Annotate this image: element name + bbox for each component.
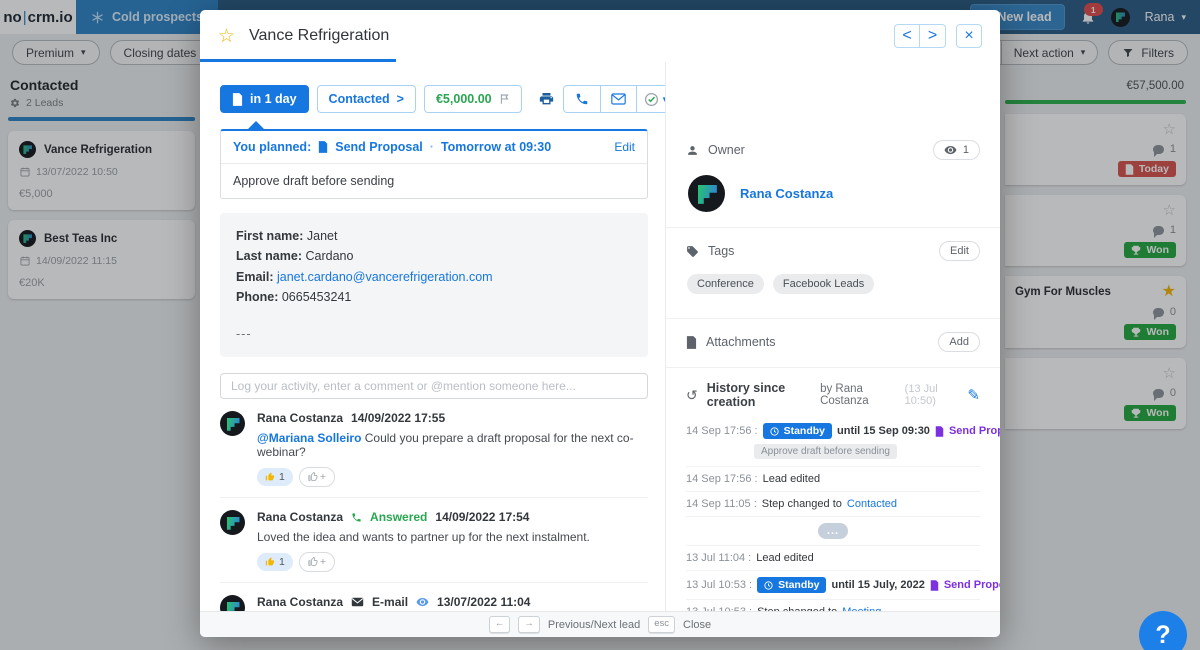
planned-note: Approve draft before sending <box>233 174 395 188</box>
comment: Rana Costanza Answered 14/09/2022 17:54 … <box>220 498 648 584</box>
standby-badge: Standby <box>757 577 827 593</box>
planned-action-panel: You planned: Send Proposal · Tomorrow at… <box>220 121 648 199</box>
history-list: 14 Sep 17:56 Standby until 15 Sep 09:30 … <box>686 417 1000 611</box>
reminder-button[interactable]: in 1 day <box>220 85 309 113</box>
left-arrow-key: ← <box>488 616 511 633</box>
esc-key: esc <box>648 616 675 633</box>
history-icon: ↺ <box>686 386 698 403</box>
history-entry: 13 Jul 10:53 Standby until 15 July, 2022… <box>686 571 1000 600</box>
close-icon[interactable]: × <box>956 24 982 48</box>
close-hint: Close <box>683 618 712 631</box>
planned-action[interactable]: Send Proposal <box>335 140 423 154</box>
comment-author: Rana Costanza <box>257 411 344 426</box>
tags-label: Tags <box>708 244 735 258</box>
comment-input[interactable] <box>220 373 648 400</box>
add-reaction-button[interactable]: + <box>298 552 335 573</box>
email-button[interactable] <box>599 86 636 112</box>
watchers-pill[interactable]: 1 <box>932 140 980 160</box>
star-icon[interactable]: ☆ <box>218 25 235 48</box>
comment-time: 14/09/2022 17:55 <box>351 411 446 426</box>
add-attachment-button[interactable]: Add <box>938 332 980 352</box>
avatar <box>220 595 245 611</box>
eye-icon <box>416 597 429 607</box>
channel-label: E-mail <box>372 595 409 610</box>
mark-done-dropdown[interactable]: ▾ <box>635 86 665 112</box>
show-more-history-button[interactable]: ... <box>817 523 849 539</box>
avatar <box>220 510 245 536</box>
tag-icon <box>686 245 699 258</box>
previous-lead-button[interactable]: < <box>894 24 920 48</box>
history-entry: 13 Jul 11:04Lead edited <box>686 546 980 571</box>
modal-main: in 1 day Contacted > €5,000.00 ▾ You pla… <box>200 62 665 611</box>
person-icon <box>686 144 699 157</box>
comment-time: 14/09/2022 17:54 <box>435 510 530 525</box>
avatar <box>688 175 725 212</box>
envelope-icon <box>351 597 364 607</box>
history-expand-row: ... <box>686 517 980 546</box>
phone-icon <box>351 512 362 523</box>
attachments-label: Attachments <box>706 335 776 349</box>
divider <box>666 367 1000 368</box>
tag-chip[interactable]: Conference <box>687 274 764 294</box>
history-action-link[interactable]: Send Proposal <box>930 579 1000 591</box>
next-lead-button[interactable]: > <box>920 24 946 48</box>
mention-link[interactable]: @Mariana Solleiro <box>257 431 361 445</box>
planned-label: You planned: <box>233 140 312 154</box>
divider <box>666 227 1000 228</box>
file-icon <box>318 141 328 153</box>
comment-time: 13/07/2022 11:04 <box>437 595 531 610</box>
comment: Rana Costanza 14/09/2022 17:55 @Mariana S… <box>220 399 648 499</box>
file-icon <box>232 92 243 106</box>
amount-button[interactable]: €5,000.00 <box>423 85 522 113</box>
edit-planned-link[interactable]: Edit <box>614 140 635 154</box>
edit-tags-button[interactable]: Edit <box>939 241 980 261</box>
email-link[interactable]: janet.cardano@vancerefrigeration.com <box>277 270 493 284</box>
comment-author: Rana Costanza <box>257 595 344 610</box>
comment: Rana Costanza E-mail 13/07/2022 11:04 In… <box>220 583 648 611</box>
lead-detail-modal: ☆ Vance Refrigeration < > × in 1 day Con… <box>200 10 1000 637</box>
print-button[interactable] <box>538 91 555 107</box>
owner-name-link[interactable]: Rana Costanza <box>740 186 833 201</box>
modal-header: ☆ Vance Refrigeration < > × <box>200 10 1000 62</box>
edit-history-icon[interactable]: ✎ <box>967 386 980 404</box>
planned-when[interactable]: Tomorrow at 09:30 <box>441 140 551 154</box>
flag-icon <box>499 93 510 105</box>
history-entry: 14 Sep 17:56Lead edited <box>686 467 980 492</box>
reaction-thumbsup[interactable]: 1 <box>257 468 293 487</box>
avatar <box>220 411 245 437</box>
modal-footer: ← → Previous/Next lead esc Close <box>200 611 1000 637</box>
attachment-file-icon <box>686 335 697 349</box>
chevron-right-icon: > <box>396 92 404 106</box>
comment-author: Rana Costanza <box>257 510 344 525</box>
history-action-link[interactable]: Send Proposal <box>935 425 1000 437</box>
owner-label: Owner <box>708 143 745 157</box>
step-button[interactable]: Contacted > <box>316 85 416 113</box>
history-note: Approve draft before sending <box>754 444 897 459</box>
history-entry: 14 Sep 11:05Step changed toContacted <box>686 492 980 517</box>
call-button[interactable] <box>564 86 600 112</box>
history-entry: 13 Jul 10:53Step changed toMeeting <box>686 600 980 611</box>
contact-info-box[interactable]: First name: Janet Last name: Cardano Ema… <box>220 213 648 358</box>
call-status: Answered <box>370 510 428 525</box>
modal-sidebar: Owner 1 Rana Costanza Tags Edit Conferen… <box>665 62 1000 611</box>
add-reaction-button[interactable]: + <box>298 467 335 488</box>
lead-title: Vance Refrigeration <box>249 27 390 44</box>
history-entry: 14 Sep 17:56 Standby until 15 Sep 09:30 … <box>686 417 1000 467</box>
reaction-clap[interactable]: 1 <box>257 553 293 572</box>
step-link[interactable]: Contacted <box>847 498 897 510</box>
right-arrow-key: → <box>518 616 540 633</box>
prev-next-hint: Previous/Next lead <box>547 618 641 631</box>
standby-badge: Standby <box>762 423 832 439</box>
contact-actions-group: ▾ <box>562 85 665 113</box>
tag-chip[interactable]: Facebook Leads <box>772 274 875 294</box>
divider <box>666 318 1000 319</box>
